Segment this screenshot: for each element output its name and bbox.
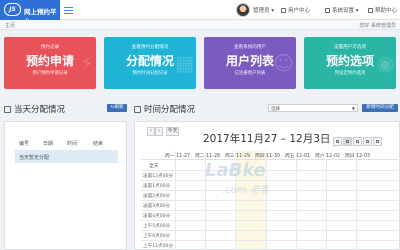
week-range-title: 2017年11月27 – 12月3日: [203, 133, 331, 145]
tile-subtitle: 设置用户可选项: [333, 45, 367, 50]
tile-appointment-request[interactable]: 预约记录 预约申请 用户预约申请记录 ⚡: [4, 37, 96, 89]
today-allocation-panel: 编号 日期 时间 结束 当天暂无分配: [4, 121, 127, 250]
day-header: 周五 12-01: [285, 154, 311, 159]
help-icon: [368, 8, 373, 13]
grid-hline: [141, 220, 398, 221]
app-logo: JS: [4, 3, 21, 16]
bolt-icon: ⚡: [79, 51, 94, 75]
eye-icon: ◉: [376, 51, 394, 75]
empty-row: 当天暂无分配: [15, 150, 118, 163]
column-header: 时间: [67, 141, 78, 147]
user-avatar[interactable]: [236, 3, 250, 17]
today-allocation-title: 当天分配情况: [4, 103, 65, 115]
day-header: 周四 11-30: [255, 154, 281, 159]
time-label: 凌晨4点00分: [143, 214, 171, 219]
filter-select[interactable]: 选择 ▼: [268, 104, 358, 112]
help-center-link[interactable]: 帮助中心: [368, 6, 397, 14]
time-label: 凌晨3点00分: [143, 204, 171, 209]
grid-hline: [141, 230, 398, 231]
time-label: 上午6点00分: [143, 234, 171, 239]
refresh-button[interactable]: ↻刷新: [107, 104, 127, 112]
today-button[interactable]: 今天: [166, 127, 179, 136]
user-center-link[interactable]: 用户中心: [281, 6, 310, 14]
brand-area[interactable]: JS 网上预约平台: [0, 0, 60, 26]
week-view-button[interactable]: [343, 137, 352, 146]
all-day-label: 全天: [149, 164, 159, 169]
day-header: 周一 11-27: [165, 154, 191, 159]
watermark-logo: LaBke: [205, 160, 266, 181]
time-label: 凌晨1点00分: [143, 184, 171, 189]
day-view-button[interactable]: [353, 137, 362, 146]
prev-week-button[interactable]: ‹: [147, 127, 155, 136]
users-icon: ☺: [273, 51, 294, 75]
clock-icon: [134, 106, 141, 113]
tile-allocation[interactable]: 查看预约分配情况 分配情况 预约时间分配记录 ▦: [104, 37, 196, 89]
grid-hline: [141, 240, 398, 241]
calendar-panel-title: 时间分配情况: [134, 103, 195, 115]
time-label: 上午11点00分: [143, 244, 174, 249]
breadcrumb-home[interactable]: 主页: [5, 22, 15, 29]
chart-icon: ▦: [175, 51, 194, 75]
settings-link[interactable]: 系统设置 ▾: [325, 6, 359, 14]
grid-hline: [141, 170, 398, 171]
table-icon: [4, 106, 11, 113]
breadcrumb: 主页 您好 系统管理员: [0, 20, 400, 30]
tile-subtitle: 预约记录: [40, 45, 60, 50]
time-label: 上午5点00分: [143, 224, 171, 229]
welcome-text: 您好 系统管理员: [359, 23, 396, 29]
user-icon: [281, 8, 286, 13]
tile-subtitle: 查看预约分配情况: [131, 45, 169, 50]
menu-toggle-icon[interactable]: [64, 7, 73, 14]
time-label: 凌晨2点00分: [143, 194, 171, 199]
grid-hline: [141, 210, 398, 211]
tile-appointment-options[interactable]: 设置用户可选项 预约选项 预设定预约选项 ◉: [304, 37, 396, 89]
new-allocation-button[interactable]: 新增时间分配: [362, 104, 398, 112]
next-week-button[interactable]: ›: [155, 127, 163, 136]
column-header: 结束: [93, 141, 104, 147]
month-view-button[interactable]: [333, 137, 342, 146]
gear-icon: [325, 8, 330, 13]
list-view-button[interactable]: [363, 137, 372, 146]
day-header: 周六 12-02: [315, 154, 341, 159]
day-header: 周三 11-29: [225, 154, 251, 159]
watermark-sub: .com 老客: [222, 185, 270, 196]
column-header: 编号: [19, 141, 30, 147]
column-header: 日期: [43, 141, 54, 147]
top-bar: JS 网上预约平台 管理员 ▾ 用户中心 系统设置 ▾ 帮助中心: [0, 0, 400, 26]
tile-user-list[interactable]: 查看系统的用户 用户列表 已注册用户列表 ☺: [204, 37, 296, 89]
tile-subtitle: 查看系统的用户: [233, 45, 267, 50]
time-label: 凌晨12点00分: [143, 174, 174, 179]
chevron-down-icon: ▼: [351, 106, 355, 111]
day-header: 周日 12-03: [345, 154, 371, 159]
user-name[interactable]: 管理员 ▾: [253, 6, 274, 14]
day-header: 周二 11-28: [195, 154, 221, 159]
grid-hline: [141, 200, 398, 201]
agenda-view-button[interactable]: [373, 137, 382, 146]
